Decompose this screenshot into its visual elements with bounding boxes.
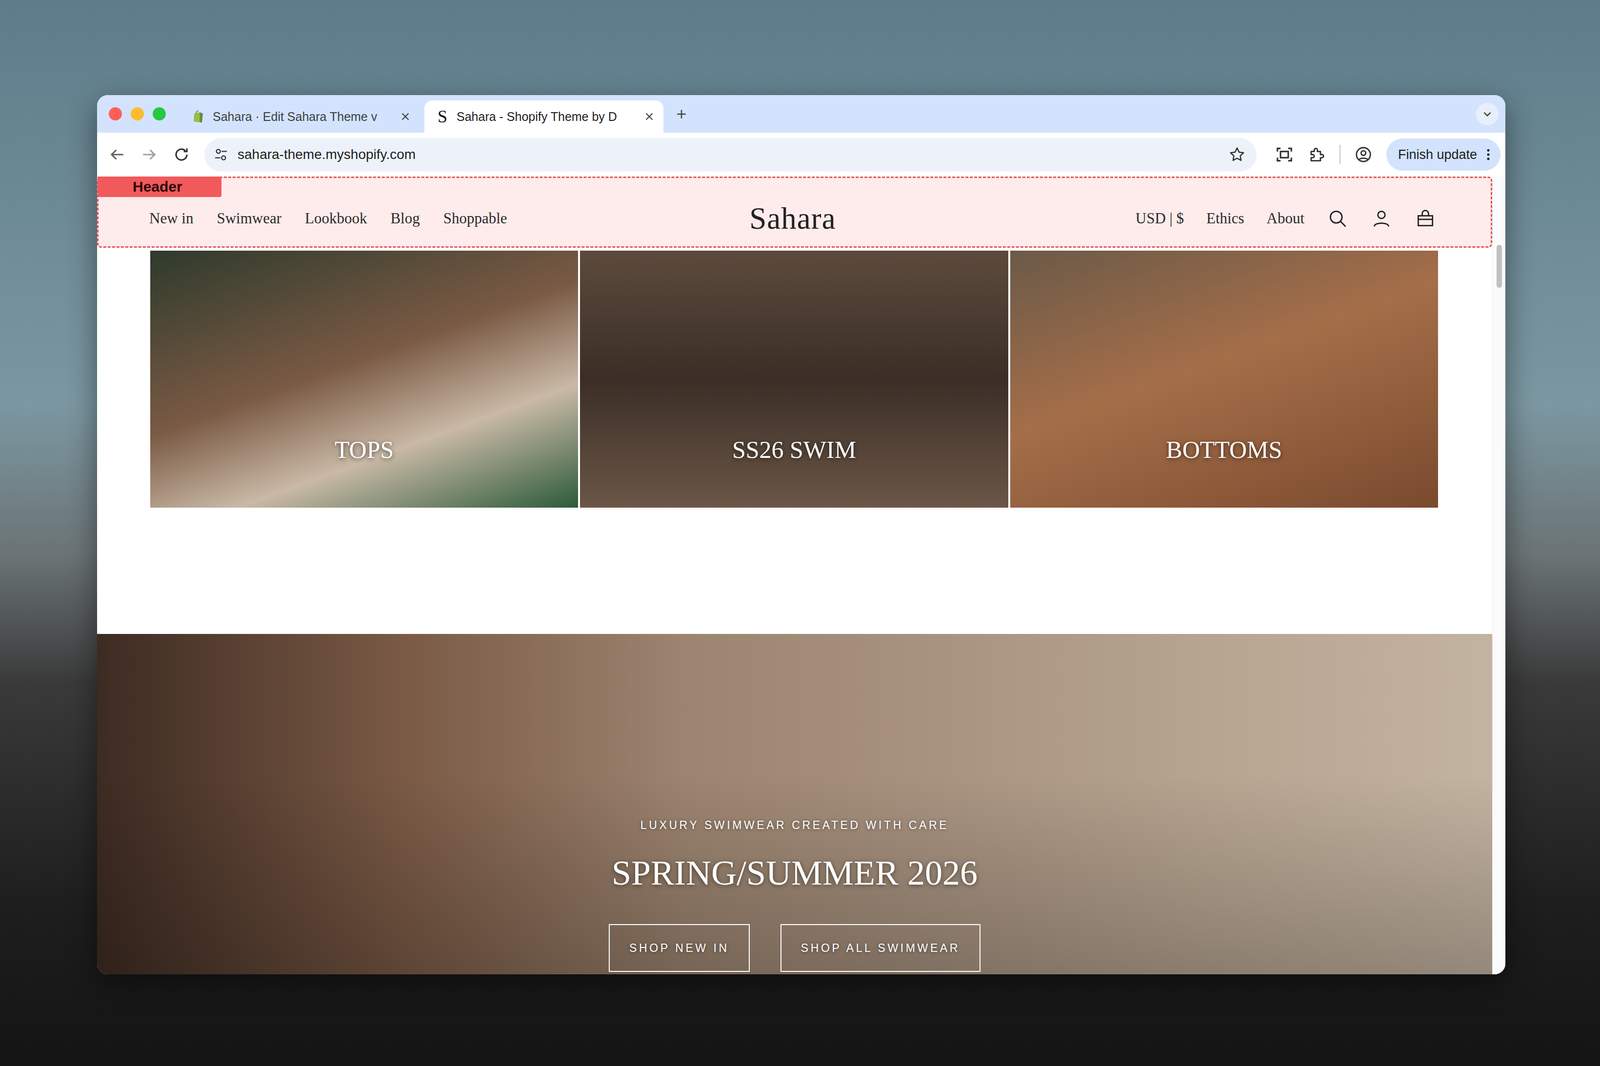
toolbar: sahara-theme.myshopify.com Finish update: [97, 132, 1506, 177]
main-nav: New in Swimwear Lookbook Blog Shoppable: [149, 209, 750, 228]
scrollbar[interactable]: [1492, 176, 1506, 975]
site-settings-icon[interactable]: [213, 146, 229, 163]
cart-bag-icon[interactable]: [1414, 207, 1437, 230]
account-icon[interactable]: [1370, 207, 1393, 230]
tab-label: Sahara · Edit Sahara Theme v: [212, 109, 393, 124]
nav-link[interactable]: USD | $: [1135, 209, 1184, 228]
tab-search-button[interactable]: [1476, 102, 1499, 126]
web-page: Header New in Swimwear Lookbook Blog Shoppabl…: [97, 176, 1506, 975]
nav-link[interactable]: Shoppable: [443, 209, 508, 228]
finish-update-label: Finish update: [1398, 147, 1478, 163]
site-favicon-icon: S: [435, 107, 450, 126]
browser-window: Sahara · Edit Sahara Theme v S Sahara - Sh…: [97, 95, 1506, 975]
browser-tab[interactable]: Sahara · Edit Sahara Theme v: [180, 100, 420, 133]
section-label: Header: [97, 176, 222, 198]
address-bar[interactable]: sahara-theme.myshopify.com: [204, 138, 1257, 172]
nav-link[interactable]: Swimwear: [216, 209, 282, 228]
reload-icon[interactable]: [172, 145, 191, 164]
desktop: Sahara · Edit Sahara Theme v S Sahara - Sh…: [0, 0, 1600, 1066]
forward-arrow-icon[interactable]: [140, 145, 159, 164]
hero-title: SPRING/SUMMER 2026: [611, 854, 978, 893]
profile-icon[interactable]: [1354, 145, 1373, 164]
hero-buttons: SHOP NEW IN SHOP ALL SWIMWEAR: [608, 924, 981, 973]
tab-label: Sahara - Shopify Theme by D: [456, 109, 637, 124]
close-icon[interactable]: [642, 110, 656, 123]
back-arrow-icon[interactable]: [107, 145, 127, 164]
bookmark-star-icon[interactable]: [1228, 145, 1246, 164]
shopify-icon: [191, 109, 206, 124]
search-icon[interactable]: [1326, 207, 1349, 230]
nav-link[interactable]: Blog: [390, 209, 420, 228]
window-controls: [108, 107, 166, 121]
hero-button[interactable]: SHOP NEW IN: [608, 924, 750, 973]
browser-tab[interactable]: S Sahara - Shopify Theme by D: [424, 100, 664, 133]
collection-title: BOTTOMS: [1165, 435, 1282, 464]
header-actions: USD | $ Ethics About: [836, 207, 1437, 230]
site-header[interactable]: Header New in Swimwear Lookbook Blog Shoppabl…: [97, 176, 1493, 248]
minimize-window-button[interactable]: [130, 107, 144, 121]
page-content: Header New in Swimwear Lookbook Blog Shoppabl…: [97, 176, 1493, 975]
collection-grid: TOPS SS26 SWIM BOTTOMS: [150, 250, 1439, 508]
finish-update-button[interactable]: Finish update: [1386, 138, 1501, 171]
more-menu-icon: [1480, 147, 1496, 162]
collection-title: TOPS: [334, 435, 394, 464]
collection-tile[interactable]: SS26 SWIM: [580, 250, 1008, 508]
tab-strip: Sahara · Edit Sahara Theme v S Sahara - Sh…: [97, 95, 1506, 133]
nav-link[interactable]: About: [1266, 209, 1305, 228]
chevron-down-icon: [1480, 107, 1494, 121]
hero-button[interactable]: SHOP ALL SWIMWEAR: [780, 924, 981, 973]
collection-tile[interactable]: TOPS: [150, 250, 579, 508]
collection-tile[interactable]: BOTTOMS: [1010, 250, 1439, 508]
zoom-window-button[interactable]: [152, 107, 166, 121]
screen-capture-icon[interactable]: [1275, 145, 1294, 164]
plus-icon[interactable]: [674, 106, 689, 122]
collection-title: SS26 SWIM: [732, 435, 857, 464]
hero-subtitle: LUXURY SWIMWEAR CREATED WITH CARE: [640, 819, 949, 833]
url-text: sahara-theme.myshopify.com: [237, 146, 1220, 163]
nav-link[interactable]: New in: [149, 209, 194, 228]
hero-banner: LUXURY SWIMWEAR CREATED WITH CARE SPRING/…: [97, 634, 1493, 975]
toolbar-divider: [1339, 144, 1341, 165]
close-icon[interactable]: [399, 110, 412, 123]
store-logo[interactable]: Sahara: [749, 200, 836, 237]
close-window-button[interactable]: [108, 107, 122, 121]
extensions-puzzle-icon[interactable]: [1307, 145, 1326, 164]
scrollbar-thumb[interactable]: [1496, 244, 1502, 288]
nav-link[interactable]: Lookbook: [304, 209, 367, 228]
nav-link[interactable]: Ethics: [1206, 209, 1245, 228]
